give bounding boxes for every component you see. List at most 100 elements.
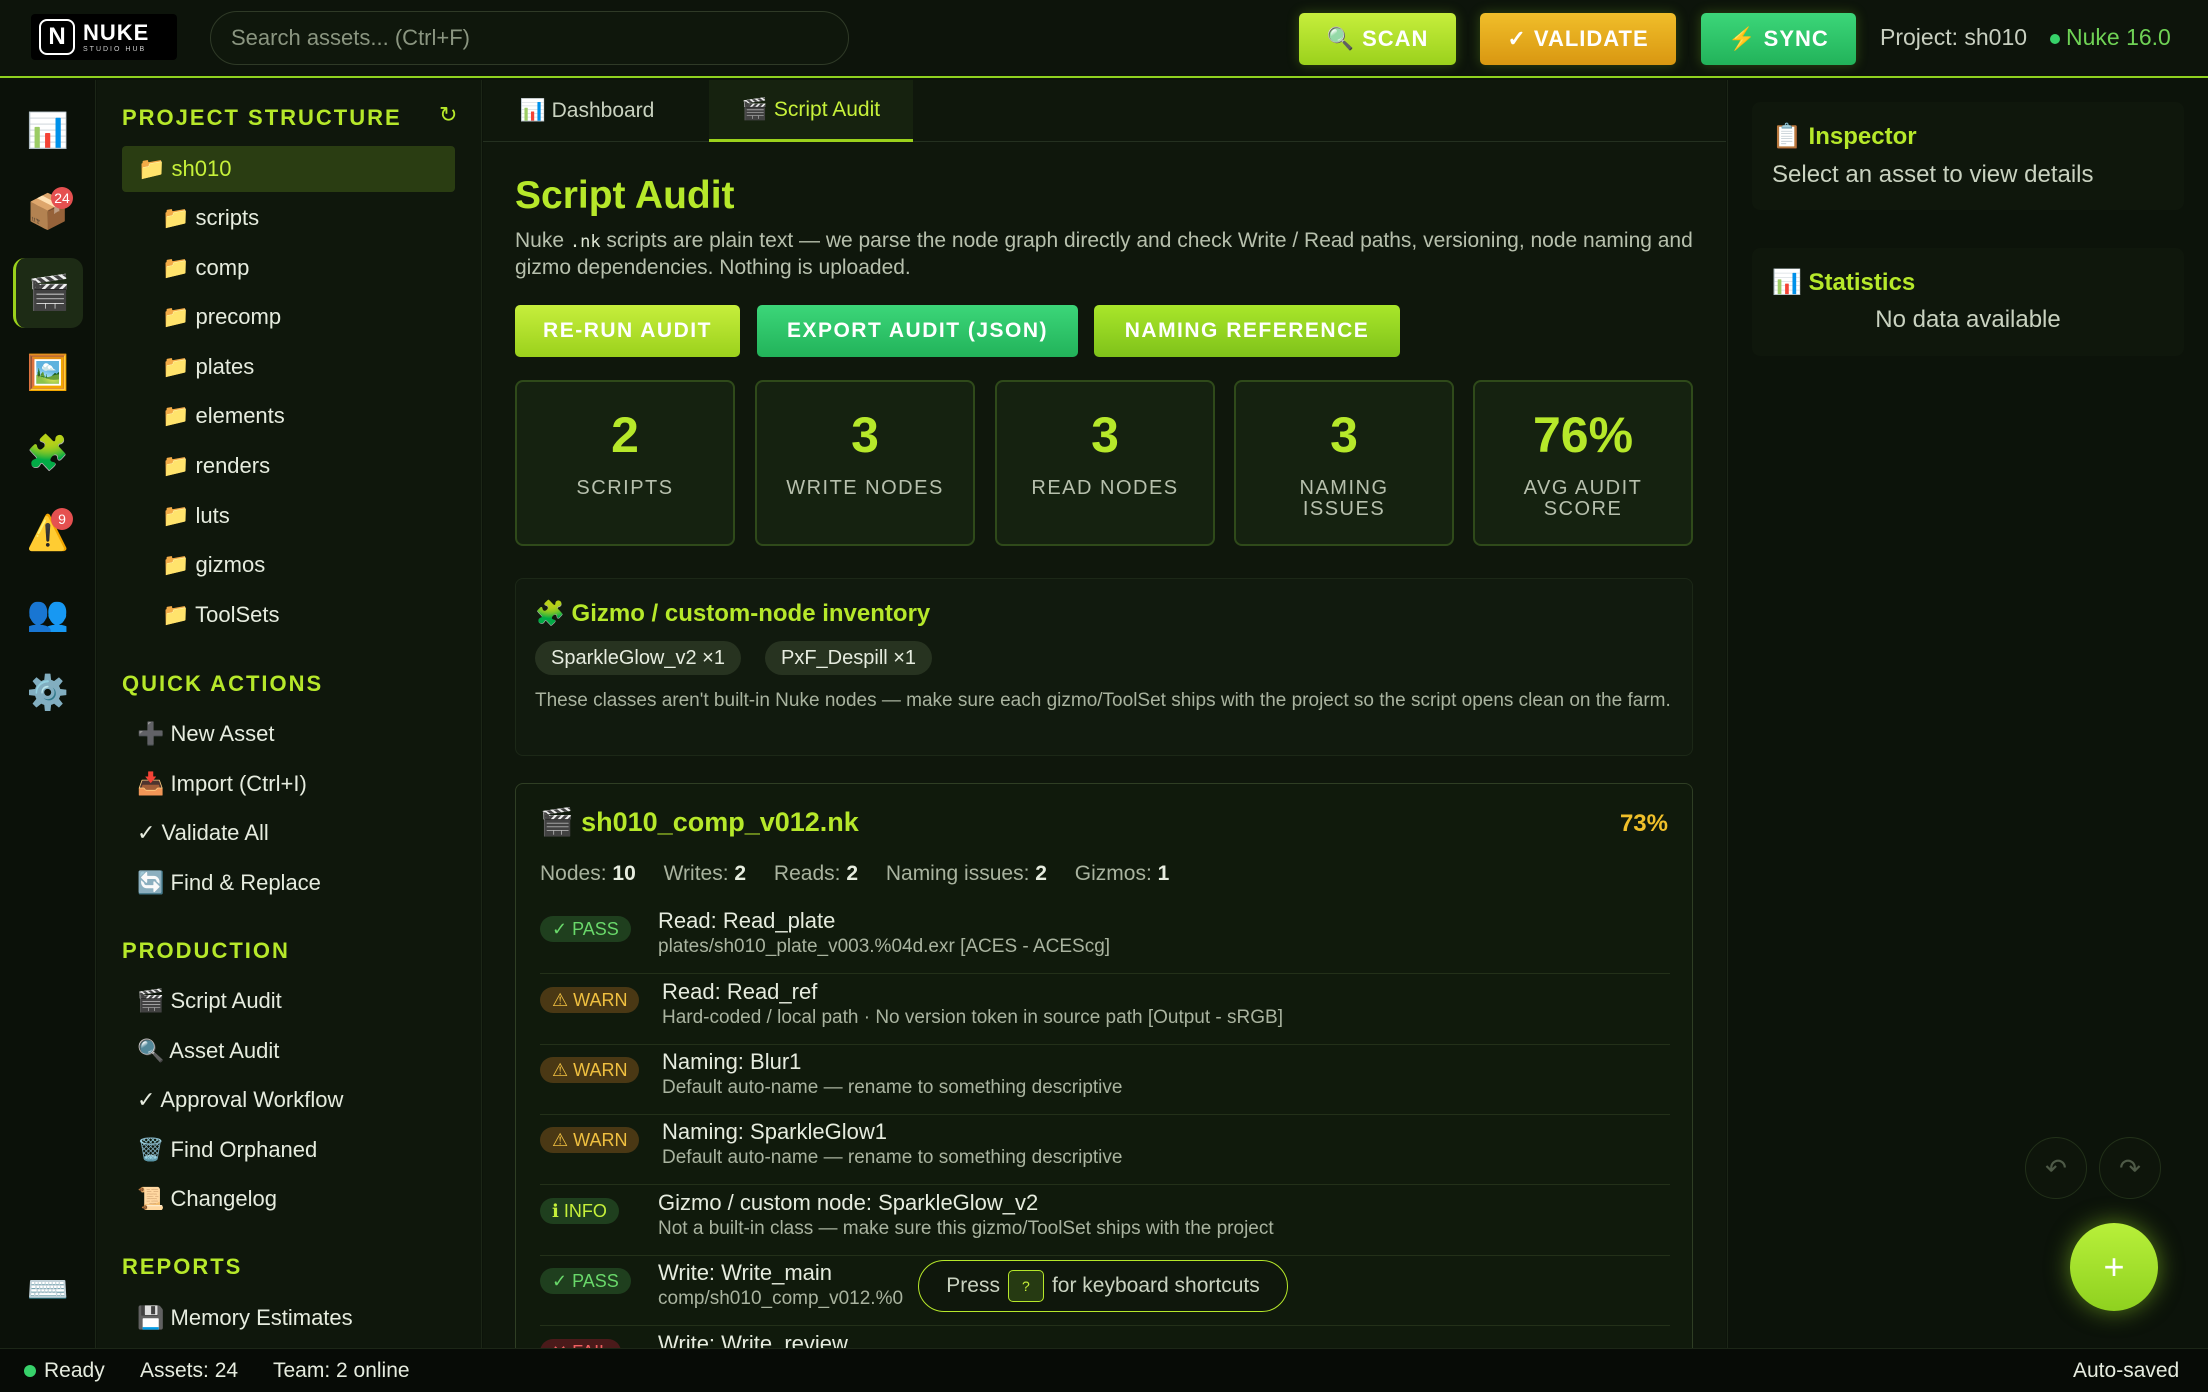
changelog-link[interactable]: 📜 Changelog	[137, 1186, 277, 1212]
audit-row[interactable]: ⚠ WARN Naming: SparkleGlow1 Default auto…	[540, 1115, 1670, 1185]
tree-item-elements[interactable]: 📁 elements	[162, 393, 285, 439]
validate-all-action[interactable]: ✓ Validate All	[137, 820, 269, 846]
status-badge: ✓ PASS	[540, 916, 631, 942]
status-badge: ℹ INFO	[540, 1198, 619, 1224]
rail-gizmos[interactable]: 🧩	[13, 418, 83, 488]
status-badge: ⚠ WARN	[540, 1127, 640, 1153]
meta-key: Writes:	[663, 862, 729, 885]
top-bar: N NUKE STUDIO HUB 🔍 SCAN ✓ VALIDATE ⚡ SY…	[0, 0, 2208, 78]
redo-button[interactable]: ↷	[2099, 1137, 2161, 1199]
stat-write-nodes: 3 WRITE NODES	[755, 380, 975, 546]
logo-name: NUKE	[83, 19, 150, 45]
tree-item-precomp[interactable]: 📁 precomp	[162, 294, 281, 340]
inspector-title: 📋 Inspector	[1772, 123, 1917, 150]
ready-dot	[24, 1365, 36, 1378]
tab-script-audit[interactable]: 🎬 Script Audit	[709, 80, 913, 142]
audit-row[interactable]: ⚠ WARN Naming: Blur1 Default auto-name —…	[540, 1045, 1670, 1115]
tree-item-sh010[interactable]: 📁 sh010	[122, 146, 455, 192]
stat-scripts: 2 SCRIPTS	[515, 380, 735, 546]
page-title: Script Audit	[515, 174, 735, 217]
gizmo-inventory-panel: 🧩 Gizmo / custom-node inventory SparkleG…	[515, 578, 1693, 756]
export-audit-button[interactable]: EXPORT AUDIT (JSON)	[757, 305, 1078, 357]
audit-row[interactable]: ℹ INFO Gizmo / custom node: SparkleGlow_…	[540, 1186, 1670, 1256]
sync-button[interactable]: ⚡ SYNC	[1701, 13, 1856, 65]
rerun-audit-button[interactable]: RE-RUN AUDIT	[515, 305, 740, 357]
tab-dashboard[interactable]: 📊 Dashboard	[515, 80, 659, 142]
tree-item-luts[interactable]: 📁 luts	[162, 493, 230, 539]
meta-value: 2	[846, 862, 858, 885]
status-team: Team: 2 online	[273, 1359, 410, 1382]
find-orphaned-link[interactable]: 🗑️ Find Orphaned	[137, 1137, 317, 1163]
audit-row-title: Naming: SparkleGlow1	[662, 1119, 887, 1144]
script-audit-link[interactable]: 🎬 Script Audit	[137, 988, 282, 1014]
audit-row-title: Write: Write_review	[658, 1331, 848, 1348]
statistics-title: 📊 Statistics	[1772, 269, 1916, 296]
rail-dashboard[interactable]: 📊	[13, 96, 83, 166]
stat-value: 3	[851, 407, 879, 463]
new-asset-action[interactable]: ➕ New Asset	[137, 721, 274, 747]
hint-prefix: Press	[946, 1274, 1000, 1297]
gizmo-inventory-title: 🧩 Gizmo / custom-node inventory	[535, 600, 931, 627]
tree-item-plates[interactable]: 📁 plates	[162, 344, 254, 390]
validate-button[interactable]: ✓ VALIDATE	[1480, 13, 1676, 65]
tree-item-scripts[interactable]: 📁 scripts	[162, 195, 259, 241]
desc-suffix: scripts are plain text — we parse the no…	[515, 229, 1693, 279]
project-structure-title: PROJECT STRUCTURE	[122, 105, 402, 130]
plus-icon: +	[2103, 1246, 2125, 1287]
meta-key: Reads:	[773, 862, 841, 885]
gizmo-chip[interactable]: PxF_Despill ×1	[765, 641, 933, 675]
search-input[interactable]	[210, 11, 849, 65]
tree-item-gizmos[interactable]: 📁 gizmos	[162, 542, 265, 588]
rail-keyboard[interactable]: ⌨️	[13, 1255, 83, 1325]
tree-item-toolsets[interactable]: 📁 ToolSets	[162, 592, 280, 638]
dashboard-icon: 📊	[26, 112, 70, 150]
script-score: 73%	[1619, 810, 1668, 837]
production-title: PRODUCTION	[122, 938, 290, 963]
status-assets: Assets: 24	[140, 1359, 239, 1382]
audit-row[interactable]: ⚠ WARN Read: Read_ref Hard-coded / local…	[540, 975, 1670, 1045]
rail-script-audit[interactable]: 🎬	[13, 258, 83, 328]
naming-reference-button[interactable]: NAMING REFERENCE	[1094, 305, 1400, 357]
app-logo[interactable]: N NUKE STUDIO HUB	[31, 14, 177, 60]
stat-value: 76%	[1532, 407, 1634, 463]
scan-button[interactable]: 🔍 SCAN	[1299, 13, 1456, 65]
statistics-card: 📊 Statistics No data available	[1752, 248, 2184, 356]
status-autosaved: Auto-saved	[2073, 1359, 2180, 1382]
asset-audit-link[interactable]: 🔍 Asset Audit	[137, 1038, 279, 1064]
icon-rail: 📊 📦 24 🎬 🖼️ 🧩 ⚠️ 9 👥 ⚙️ ⌨️	[0, 80, 96, 1348]
refresh-icon[interactable]: ↻	[439, 102, 457, 128]
assets-count-badge: 24	[51, 187, 73, 209]
undo-button[interactable]: ↶	[2025, 1137, 2087, 1199]
project-label: Project: sh010	[1880, 24, 2028, 50]
approval-workflow-link[interactable]: ✓ Approval Workflow	[137, 1087, 343, 1113]
tree-item-comp[interactable]: 📁 comp	[162, 245, 249, 291]
meta-value: 2	[1035, 862, 1047, 885]
rail-team[interactable]: 👥	[13, 579, 83, 649]
gizmo-icon: 🧩	[26, 434, 70, 472]
find-replace-action[interactable]: 🔄 Find & Replace	[137, 870, 321, 896]
audit-row[interactable]: ✓ PASS Read: Read_plate plates/sh010_pla…	[540, 904, 1670, 974]
inspector-card: 📋 Inspector Select an asset to view deta…	[1752, 102, 2184, 210]
keyboard-shortcut-hint[interactable]: Press ? for keyboard shortcuts	[918, 1260, 1288, 1312]
tree-item-renders[interactable]: 📁 renders	[162, 443, 270, 489]
add-fab-button[interactable]: +	[2070, 1223, 2158, 1311]
memory-estimates-link[interactable]: 💾 Memory Estimates	[137, 1305, 353, 1331]
rail-settings[interactable]: ⚙️	[13, 658, 83, 728]
rail-assets[interactable]: 📦 24	[13, 177, 83, 247]
status-badge: ⚠ WARN	[540, 1057, 640, 1083]
import-action[interactable]: 📥 Import (Ctrl+I)	[137, 771, 307, 797]
audit-row-detail: Not a built-in class — make sure this gi…	[658, 1218, 1274, 1239]
rail-images[interactable]: 🖼️	[13, 338, 83, 408]
rail-warnings[interactable]: ⚠️ 9	[13, 498, 83, 568]
audit-row[interactable]: ✕ FAIL Write: Write_review	[540, 1327, 1670, 1348]
script-filename[interactable]: 🎬 sh010_comp_v012.nk	[540, 806, 859, 838]
gizmo-chip[interactable]: SparkleGlow_v2 ×1	[535, 641, 741, 675]
stat-label: READ NODES	[1031, 477, 1179, 499]
audit-row-title: Naming: Blur1	[662, 1049, 802, 1074]
script-audit-icon: 🎬	[28, 274, 71, 312]
undo-icon: ↶	[2045, 1152, 2067, 1183]
logo-subtitle: STUDIO HUB	[83, 45, 147, 53]
stat-label: AVG AUDIT SCORE	[1523, 477, 1643, 520]
settings-icon: ⚙️	[26, 674, 70, 712]
reports-title: REPORTS	[122, 1254, 243, 1279]
